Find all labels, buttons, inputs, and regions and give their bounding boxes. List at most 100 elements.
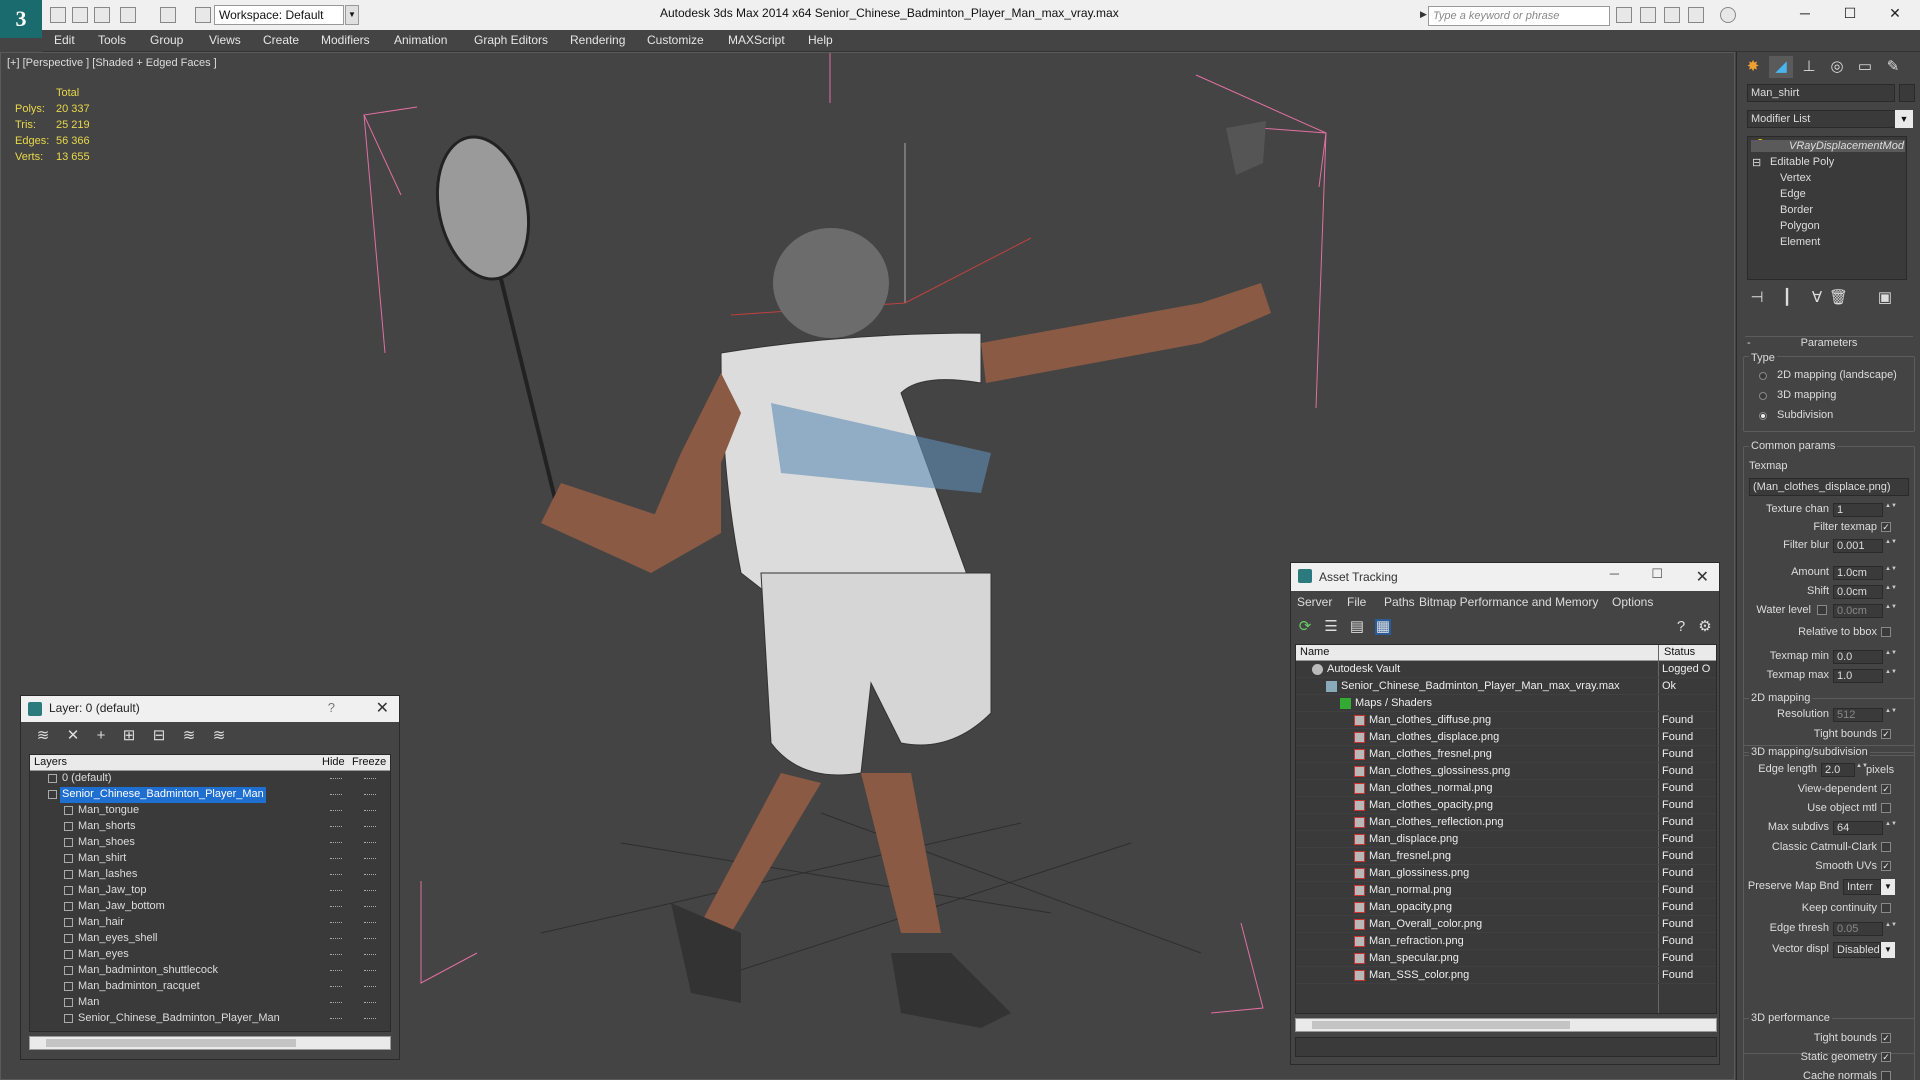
asset-row[interactable]: Man_clothes_opacity.png Found [1296, 797, 1716, 814]
spinner-icon[interactable]: ▲▼ [1856, 763, 1868, 777]
refresh-icon[interactable]: ⟳ [1297, 619, 1313, 635]
list-view-icon[interactable]: ☰ [1323, 619, 1339, 635]
stack-item-edge[interactable]: Edge [1780, 188, 1806, 200]
hide-all-icon[interactable]: ≋ [181, 728, 197, 744]
cache-normals-checkbox[interactable] [1881, 1071, 1891, 1080]
layer-row[interactable]: Man [30, 995, 390, 1011]
asset-row[interactable]: Autodesk Vault Logged O [1296, 661, 1716, 678]
layer-row[interactable]: Man_tongue [30, 803, 390, 819]
create-layer-icon[interactable]: ≋ [35, 728, 51, 744]
asset-row[interactable]: Man_clothes_glossiness.png Found [1296, 763, 1716, 780]
asset-row[interactable]: Man_displace.png Found [1296, 831, 1716, 848]
asset-dialog-titlebar[interactable]: Asset Tracking ─ ☐ ✕ [1291, 563, 1719, 591]
menu-group[interactable]: Group [150, 33, 183, 47]
column-freeze[interactable]: Freeze [352, 756, 386, 768]
hide-toggle[interactable] [330, 890, 342, 892]
menu-views[interactable]: Views [209, 33, 241, 47]
layer-name[interactable]: Man_eyes_shell [76, 931, 160, 947]
radio-3d-mapping[interactable] [1759, 392, 1767, 400]
layer-name[interactable]: Man_shirt [76, 851, 128, 867]
close-icon[interactable]: ✕ [1875, 2, 1915, 24]
layer-name[interactable]: Man_hair [76, 915, 126, 931]
stack-item-element[interactable]: Element [1780, 236, 1820, 248]
layer-name[interactable]: Man_Jaw_bottom [76, 899, 167, 915]
freeze-toggle[interactable] [364, 954, 376, 956]
layer-name[interactable]: Senior_Chinese_Badminton_Player_Man [60, 787, 266, 803]
add-to-layer-icon[interactable]: + [93, 728, 109, 744]
asset-row[interactable]: Man_clothes_displace.png Found [1296, 729, 1716, 746]
max-subdivs-field[interactable]: 64 [1833, 821, 1883, 835]
project-folder-icon[interactable] [195, 7, 211, 23]
hide-toggle[interactable] [330, 1018, 342, 1020]
layer-row[interactable]: Senior_Chinese_Badminton_Player_Man [30, 1011, 390, 1027]
redo-icon[interactable] [160, 7, 176, 23]
menu-graph-editors[interactable]: Graph Editors [474, 33, 548, 47]
layer-name[interactable]: Senior_Chinese_Badminton_Player_Man [76, 1011, 282, 1027]
smooth-uvs-checkbox[interactable]: ✓ [1881, 861, 1891, 871]
hide-toggle[interactable] [330, 1002, 342, 1004]
close-icon[interactable]: ✕ [1696, 567, 1709, 587]
communication-center-icon[interactable] [1664, 7, 1680, 23]
stack-item-border[interactable]: Border [1780, 204, 1813, 216]
filter-blur-field[interactable]: 0.001 [1833, 539, 1883, 553]
asset-row[interactable]: Man_opacity.png Found [1296, 899, 1716, 916]
hide-toggle[interactable] [330, 858, 342, 860]
texmap-button[interactable]: (Man_clothes_displace.png) [1749, 478, 1909, 496]
layer-dialog-titlebar[interactable]: Layer: 0 (default) ? ✕ [21, 696, 399, 722]
asset-row[interactable]: Man_clothes_reflection.png Found [1296, 814, 1716, 831]
chevron-down-icon[interactable]: ▼ [345, 5, 359, 25]
hide-toggle[interactable] [330, 954, 342, 956]
spinner-icon[interactable]: ▲▼ [1885, 821, 1897, 835]
maximize-icon[interactable]: ☐ [1830, 2, 1870, 24]
asset-menu-paths[interactable]: Paths [1384, 595, 1415, 609]
freeze-toggle[interactable] [364, 858, 376, 860]
layer-row[interactable]: Man_badminton_racquet [30, 979, 390, 995]
table-view-icon[interactable]: ▦ [1375, 619, 1391, 635]
layer-row[interactable]: Man_eyes_shell [30, 931, 390, 947]
menu-help[interactable]: Help [808, 33, 833, 47]
menu-customize[interactable]: Customize [647, 33, 704, 47]
shift-field[interactable]: 0.0cm [1833, 585, 1883, 599]
spinner-icon[interactable]: ▲▼ [1885, 503, 1897, 517]
layer-name[interactable]: Man_Jaw_top [76, 883, 149, 899]
show-end-result-icon[interactable]: ┃ [1779, 290, 1795, 306]
hide-toggle[interactable] [330, 778, 342, 780]
workspace-dropdown[interactable]: Workspace: Default [214, 5, 344, 25]
hide-toggle[interactable] [330, 922, 342, 924]
hide-toggle[interactable] [330, 874, 342, 876]
asset-menu-file[interactable]: File [1347, 595, 1366, 609]
spinner-icon[interactable]: ▲▼ [1885, 669, 1897, 683]
display-tab-icon[interactable]: ▭ [1853, 56, 1877, 78]
asset-row[interactable]: Man_SSS_color.png Found [1296, 967, 1716, 984]
help-settings-icon[interactable]: ⚙ [1697, 619, 1713, 635]
menu-create[interactable]: Create [263, 33, 299, 47]
amount-field[interactable]: 1.0cm [1833, 566, 1883, 580]
select-objects-icon[interactable]: ⊞ [121, 728, 137, 744]
spinner-icon[interactable]: ▲▼ [1885, 604, 1897, 618]
utilities-tab-icon[interactable]: ✎ [1881, 56, 1905, 78]
layer-row[interactable]: Man_shirt [30, 851, 390, 867]
freeze-toggle[interactable] [364, 890, 376, 892]
edge-length-field[interactable]: 2.0 [1821, 763, 1855, 777]
column-hide[interactable]: Hide [322, 756, 345, 768]
static-geometry-checkbox[interactable]: ✓ [1881, 1052, 1891, 1062]
asset-row[interactable]: Man_Overall_color.png Found [1296, 916, 1716, 933]
tight-bounds-checkbox[interactable]: ✓ [1881, 729, 1891, 739]
object-name-field[interactable]: Man_shirt [1747, 84, 1895, 102]
hide-toggle[interactable] [330, 842, 342, 844]
spinner-icon[interactable]: ▲▼ [1885, 922, 1897, 936]
menu-modifiers[interactable]: Modifiers [321, 33, 370, 47]
key-icon[interactable] [1640, 7, 1656, 23]
help-icon[interactable]: ? [1673, 619, 1689, 635]
menu-tools[interactable]: Tools [98, 33, 126, 47]
stack-expand-icon[interactable]: ⊟ [1752, 156, 1761, 169]
layer-name[interactable]: Man_shoes [76, 835, 137, 851]
hierarchy-tab-icon[interactable]: ⊥ [1797, 56, 1821, 78]
new-file-icon[interactable] [50, 7, 66, 23]
freeze-toggle[interactable] [364, 938, 376, 940]
stack-item-vertex[interactable]: Vertex [1780, 172, 1811, 184]
help-icon[interactable]: ? [328, 700, 335, 715]
keep-continuity-checkbox[interactable] [1881, 903, 1891, 913]
perf-tight-bounds-checkbox[interactable]: ✓ [1881, 1033, 1891, 1043]
layer-name[interactable]: Man_badminton_racquet [76, 979, 202, 995]
